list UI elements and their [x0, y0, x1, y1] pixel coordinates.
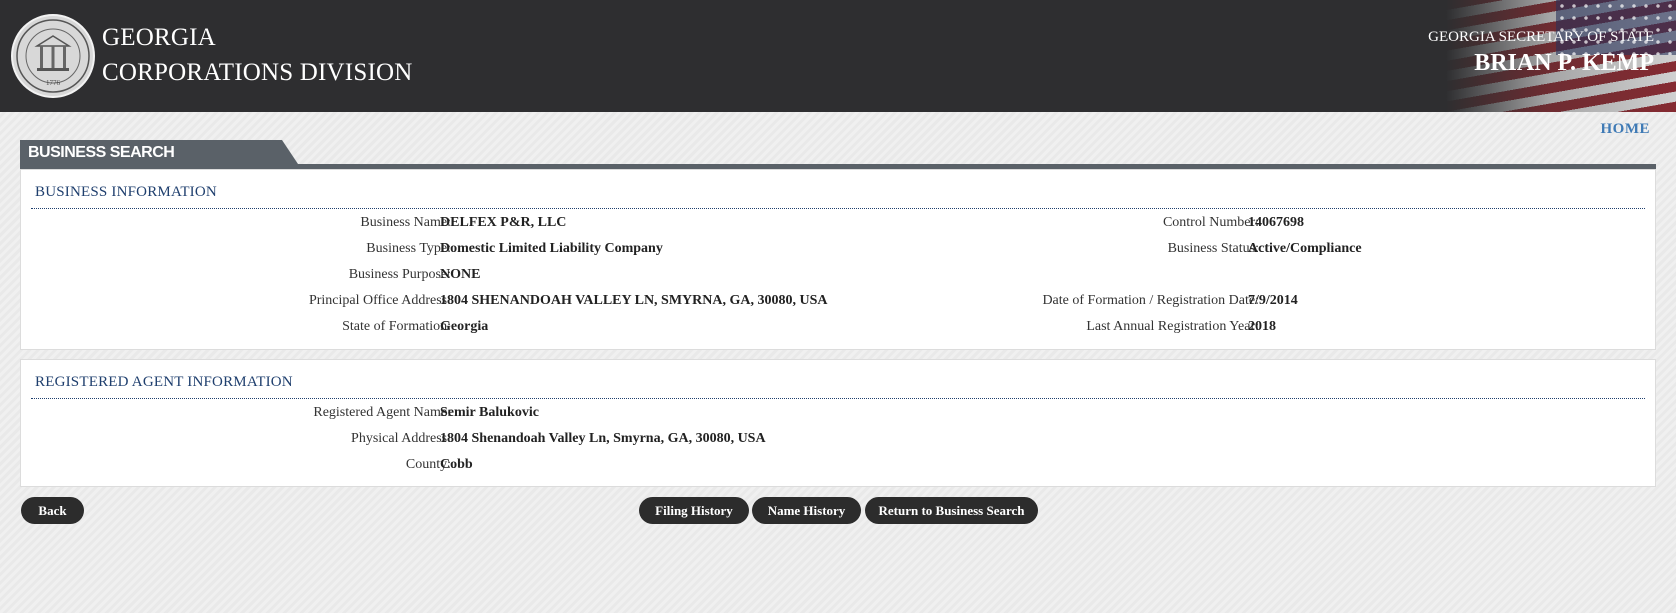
field-label: Registered Agent Name: [313, 405, 451, 420]
section-title: REGISTERED AGENT INFORMATION [35, 374, 293, 390]
georgia-seal-icon: 1776 [11, 14, 95, 98]
county-value: Cobb [440, 457, 473, 472]
secretary-name: BRIAN P. KEMP [1474, 50, 1654, 76]
state-of-formation-value: Georgia [440, 319, 489, 334]
divider [31, 208, 1645, 209]
field-label: Business Purpose: [348, 267, 451, 282]
tab-label: BUSINESS SEARCH [28, 144, 175, 161]
business-type-value: Domestic Limited Liability Company [440, 241, 663, 256]
info-row: State of Formation: Georgia Last Annual … [21, 318, 1657, 336]
info-row: Principal Office Address: 1804 SHENANDOA… [21, 292, 1657, 310]
field-label: Physical Address: [351, 431, 451, 446]
info-row: Physical Address: 1804 Shenandoah Valley… [21, 430, 1657, 448]
field-label: Principal Office Address: [308, 293, 451, 308]
home-link[interactable]: HOME [1601, 121, 1651, 138]
info-row: Business Type: Domestic Limited Liabilit… [21, 240, 1657, 258]
field-label: State of Formation: [342, 319, 451, 334]
return-to-business-search-button[interactable]: Return to Business Search [865, 497, 1038, 524]
business-purpose-value: NONE [440, 267, 481, 282]
flag-stars [1556, 0, 1676, 55]
name-history-button[interactable]: Name History [752, 497, 861, 524]
field-label: Business Name: [360, 215, 451, 230]
info-row: Registered Agent Name: Semir Balukovic [21, 404, 1657, 422]
header-title-line1: GEORGIA [102, 24, 216, 51]
agent-name-value: Semir Balukovic [440, 405, 539, 420]
header-title-line2: CORPORATIONS DIVISION [102, 59, 413, 86]
field-label: Control Number: [1162, 215, 1259, 230]
control-number-value: 14067698 [1248, 215, 1304, 230]
formation-date-value: 7/9/2014 [1248, 293, 1298, 308]
principal-address-value: 1804 SHENANDOAH VALLEY LN, SMYRNA, GA, 3… [440, 293, 828, 308]
business-name-value: DELFEX P&R, LLC [440, 215, 567, 230]
info-row: Business Purpose: NONE [21, 266, 1657, 284]
physical-address-value: 1804 Shenandoah Valley Ln, Smyrna, GA, 3… [440, 431, 766, 446]
info-row: Business Name: DELFEX P&R, LLC Control N… [21, 214, 1657, 232]
field-label: Business Type: [366, 241, 451, 256]
annual-registration-value: 2018 [1248, 319, 1276, 334]
secretary-label: GEORGIA SECRETARY OF STATE [1428, 29, 1654, 45]
filing-history-button[interactable]: Filing History [639, 497, 749, 524]
field-label: Date of Formation / Registration Date: [1042, 293, 1259, 308]
registered-agent-panel: REGISTERED AGENT INFORMATION Registered … [20, 359, 1656, 487]
seal-year: 1776 [46, 79, 61, 87]
site-header: 1776 GEORGIA CORPORATIONS DIVISION GEORG… [0, 0, 1676, 112]
field-label: Business Status: [1167, 241, 1259, 256]
divider [31, 398, 1645, 399]
info-row: County: Cobb [21, 456, 1657, 474]
business-information-panel: BUSINESS INFORMATION Business Name: DELF… [20, 169, 1656, 350]
section-title: BUSINESS INFORMATION [35, 184, 217, 200]
business-search-tab: BUSINESS SEARCH [20, 140, 298, 164]
back-button[interactable]: Back [21, 497, 84, 524]
business-status-value: Active/Compliance [1248, 241, 1362, 256]
field-label: Last Annual Registration Year: [1086, 319, 1259, 334]
